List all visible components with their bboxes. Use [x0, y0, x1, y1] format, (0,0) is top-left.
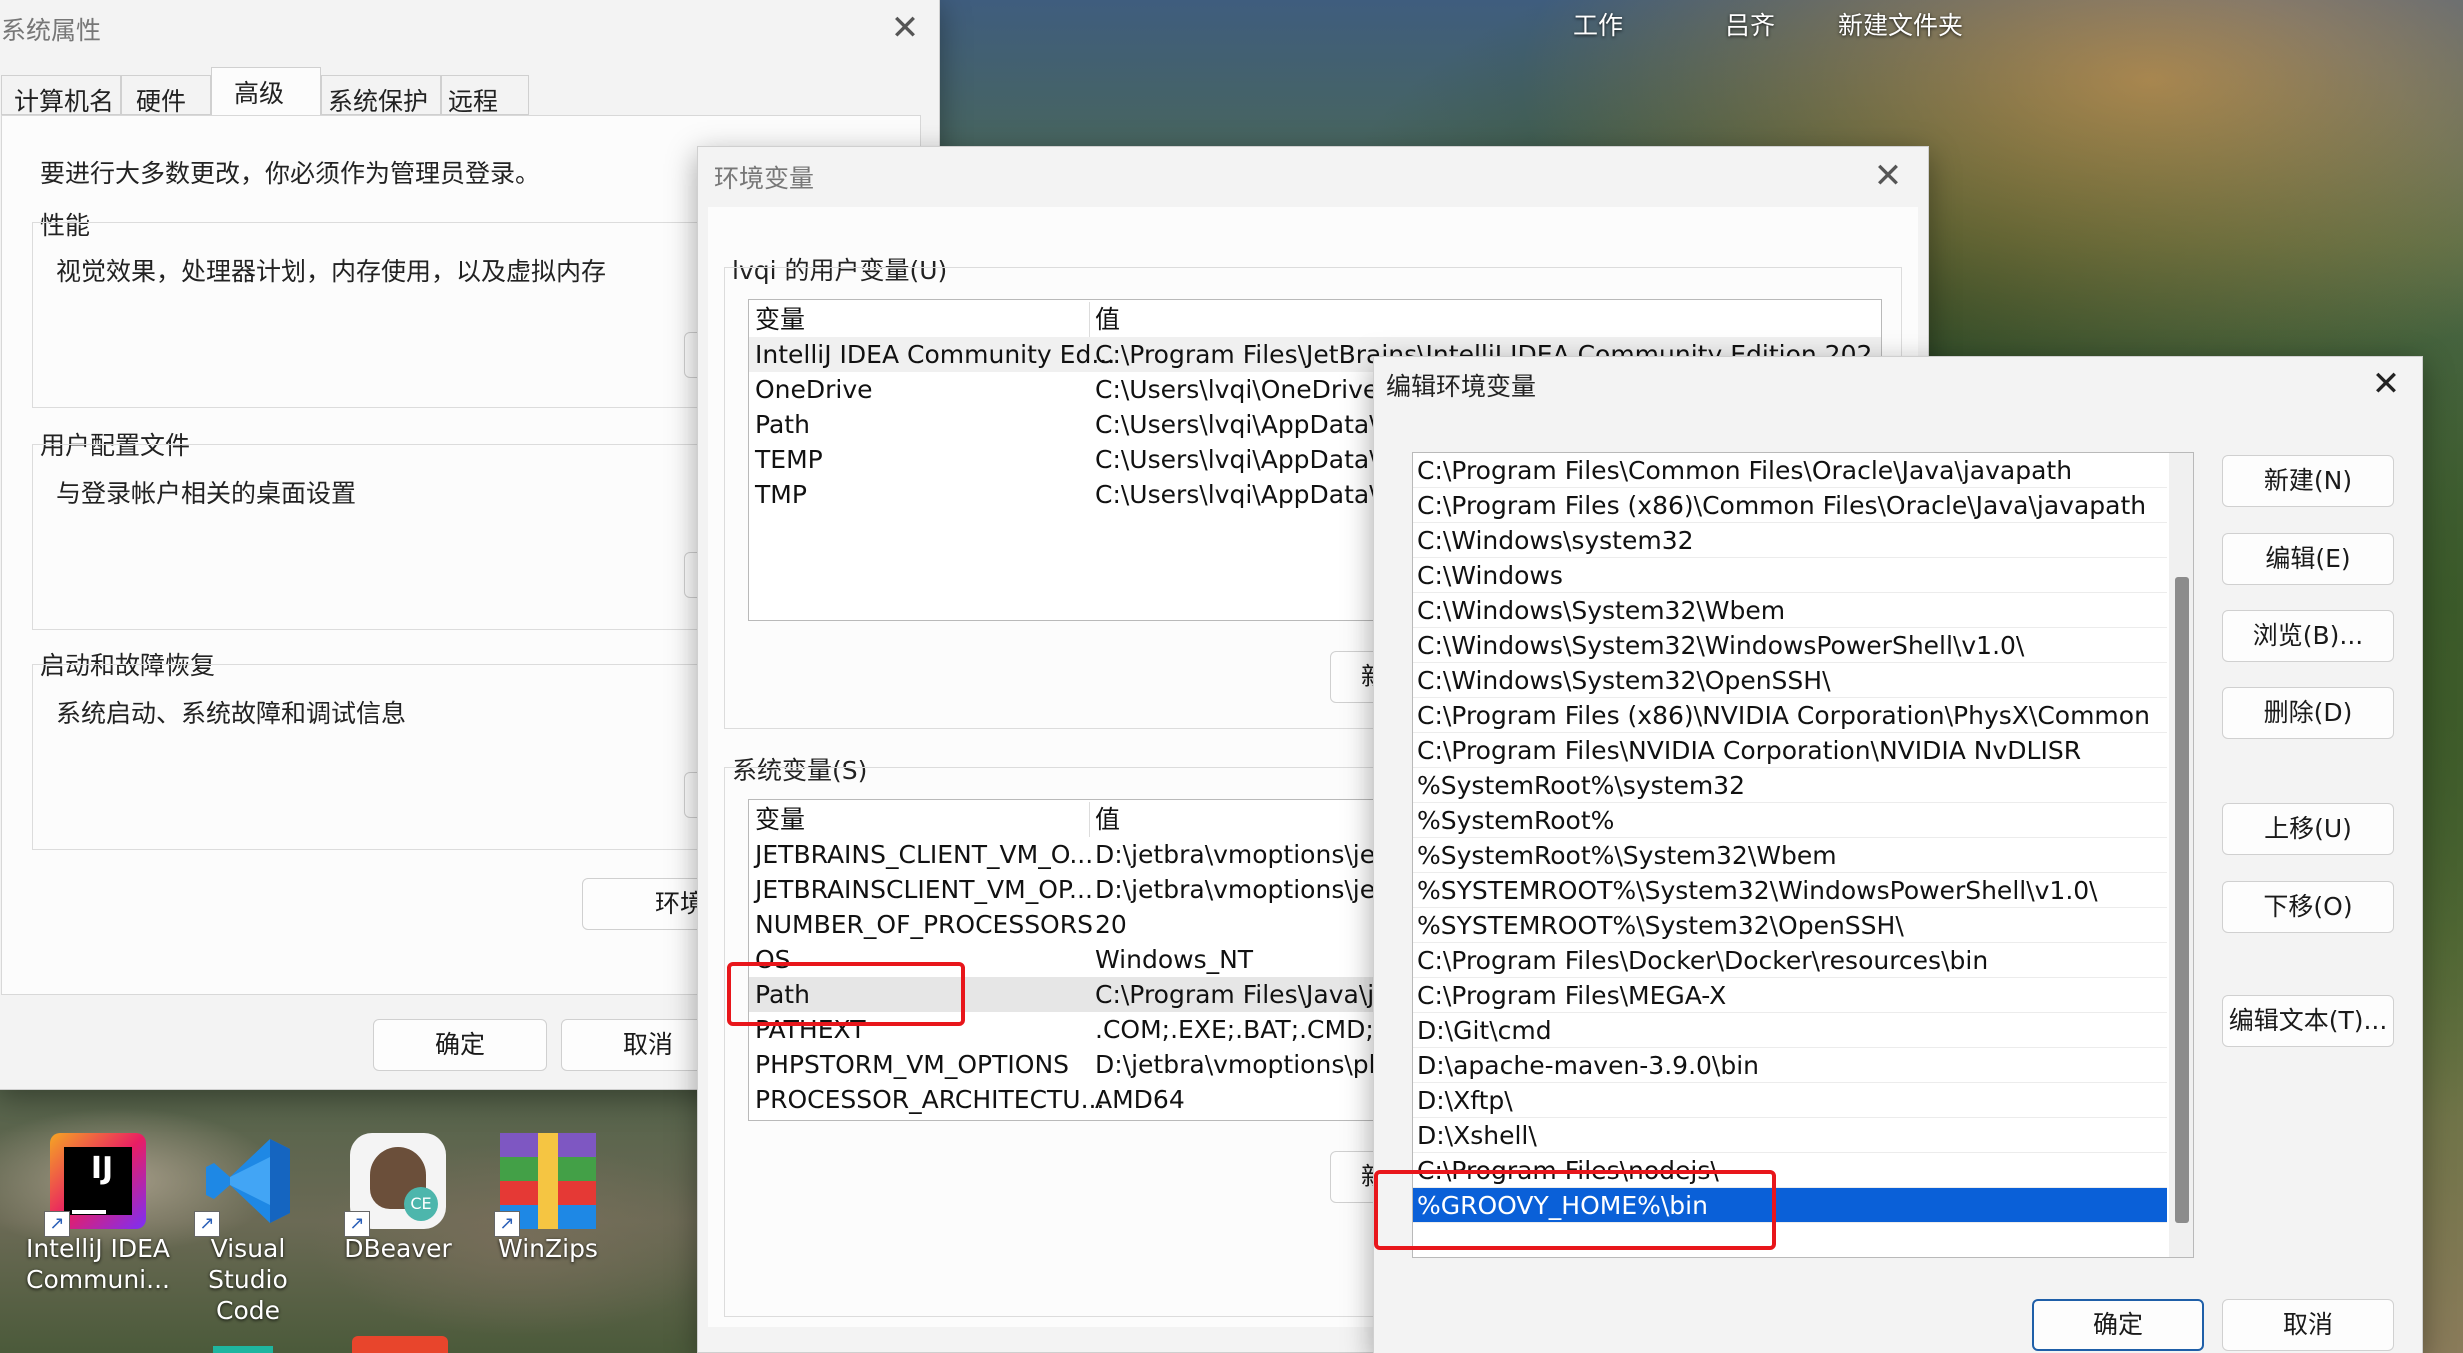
desktop-icon-label: Studio Code: [208, 1265, 288, 1325]
list-item[interactable]: D:\Xshell\: [1413, 1118, 2167, 1153]
list-item[interactable]: C:\Program Files (x86)\NVIDIA Corporatio…: [1413, 698, 2167, 733]
close-icon[interactable]: ✕: [875, 3, 935, 53]
desktop-shortcut-vscode[interactable]: ↗ Visual Studio Code: [173, 1133, 323, 1326]
list-item[interactable]: C:\Program Files\NVIDIA Corporation\NVID…: [1413, 733, 2167, 768]
highlight-annotation: [727, 962, 965, 1026]
list-item[interactable]: C:\Windows\System32\Wbem: [1413, 593, 2167, 628]
shortcut-arrow-icon: ↗: [44, 1211, 70, 1237]
scrollbar[interactable]: [2169, 453, 2193, 1257]
list-item[interactable]: C:\Windows: [1413, 558, 2167, 593]
winzip-icon: ↗: [494, 1133, 596, 1237]
window-title: 编辑环境变量: [1386, 372, 1537, 401]
list-item[interactable]: D:\Git\cmd: [1413, 1013, 2167, 1048]
vscode-icon: ↗: [194, 1133, 296, 1237]
edit-button[interactable]: 编辑(E): [2222, 533, 2394, 585]
scrollbar-thumb[interactable]: [2175, 577, 2189, 1223]
path-entries-list[interactable]: C:\Program Files\Common Files\Oracle\Jav…: [1412, 452, 2194, 1258]
new-button[interactable]: 新建(N): [2222, 455, 2394, 507]
shortcut-arrow-icon: ↗: [494, 1211, 520, 1237]
list-item[interactable]: %SystemRoot%: [1413, 803, 2167, 838]
admin-notice: 要进行大多数更改，你必须作为管理员登录。: [40, 159, 541, 188]
list-item[interactable]: C:\Program Files (x86)\Common Files\Orac…: [1413, 488, 2167, 523]
list-item[interactable]: %SystemRoot%\System32\Wbem: [1413, 838, 2167, 873]
list-item[interactable]: D:\apache-maven-3.9.0\bin: [1413, 1048, 2167, 1083]
ok-button[interactable]: 确定: [2032, 1299, 2204, 1351]
shortcut-arrow-icon: ↗: [344, 1211, 370, 1237]
list-item[interactable]: C:\Windows\system32: [1413, 523, 2167, 558]
window-title: 环境变量: [714, 164, 815, 193]
desktop-icon-label: WinZips: [498, 1234, 598, 1263]
tab-computer-name[interactable]: 计算机名: [1, 75, 121, 116]
delete-button[interactable]: 删除(D): [2222, 687, 2394, 739]
performance-desc: 视觉效果，处理器计划，内存使用，以及虚拟内存: [56, 257, 607, 286]
tab-remote[interactable]: 远程: [441, 75, 529, 116]
taskbar-hint: [213, 1346, 273, 1353]
edit-text-button[interactable]: 编辑文本(T)...: [2222, 995, 2394, 1047]
dbeaver-icon: CE ↗: [344, 1133, 446, 1237]
desktop-folder-label[interactable]: 新建文件夹: [1838, 6, 1963, 42]
desktop-shortcut-winzips[interactable]: ↗ WinZips: [473, 1133, 623, 1264]
shortcut-arrow-icon: ↗: [194, 1211, 220, 1237]
intellij-idea-icon: IJ ↗: [44, 1133, 146, 1237]
close-icon[interactable]: ✕: [2356, 359, 2416, 409]
desktop-folder-label[interactable]: 工作: [1573, 6, 1623, 42]
desktop-icon-label: Communi...: [26, 1265, 170, 1294]
list-item[interactable]: %SystemRoot%\system32: [1413, 768, 2167, 803]
list-item[interactable]: %SYSTEMROOT%\System32\WindowsPowerShell\…: [1413, 873, 2167, 908]
tab-system-protection[interactable]: 系统保护: [321, 75, 441, 116]
ok-button[interactable]: 确定: [373, 1019, 547, 1071]
list-item[interactable]: C:\Program Files\Common Files\Oracle\Jav…: [1413, 453, 2167, 488]
list-item[interactable]: %SYSTEMROOT%\System32\OpenSSH\: [1413, 908, 2167, 943]
move-down-button[interactable]: 下移(O): [2222, 881, 2394, 933]
tab-advanced[interactable]: 高级: [211, 67, 321, 116]
list-item[interactable]: C:\Program Files\Docker\Docker\resources…: [1413, 943, 2167, 978]
taskbar-hint: [352, 1336, 448, 1353]
startup-desc: 系统启动、系统故障和调试信息: [56, 699, 407, 728]
highlight-annotation: [1374, 1170, 1776, 1250]
window-title: 系统属性: [1, 16, 102, 45]
desktop-icon-label: IntelliJ IDEA: [25, 1234, 171, 1263]
desktop-folder-label[interactable]: 吕齐: [1725, 6, 1775, 42]
tab-strip: 计算机名 硬件 高级 系统保护 远程: [1, 67, 529, 116]
tab-hardware[interactable]: 硬件: [121, 75, 211, 116]
list-item[interactable]: C:\Windows\System32\WindowsPowerShell\v1…: [1413, 628, 2167, 663]
list-item[interactable]: C:\Program Files\MEGA-X: [1413, 978, 2167, 1013]
list-item[interactable]: C:\Windows\System32\OpenSSH\: [1413, 663, 2167, 698]
browse-button[interactable]: 浏览(B)...: [2222, 610, 2394, 662]
desktop-icon-label: DBeaver: [344, 1234, 452, 1263]
list-item[interactable]: D:\Xftp\: [1413, 1083, 2167, 1118]
table-header: 变量 值: [749, 302, 1881, 337]
desktop-shortcut-dbeaver[interactable]: CE ↗ DBeaver: [323, 1133, 473, 1264]
move-up-button[interactable]: 上移(U): [2222, 803, 2394, 855]
cancel-button[interactable]: 取消: [2222, 1299, 2394, 1351]
user-profiles-desc: 与登录帐户相关的桌面设置: [56, 479, 357, 508]
desktop-icon-label: Visual: [210, 1234, 286, 1263]
close-icon[interactable]: ✕: [1858, 151, 1918, 201]
desktop-shortcut-intellij[interactable]: IJ ↗ IntelliJ IDEA Communi...: [23, 1133, 173, 1295]
